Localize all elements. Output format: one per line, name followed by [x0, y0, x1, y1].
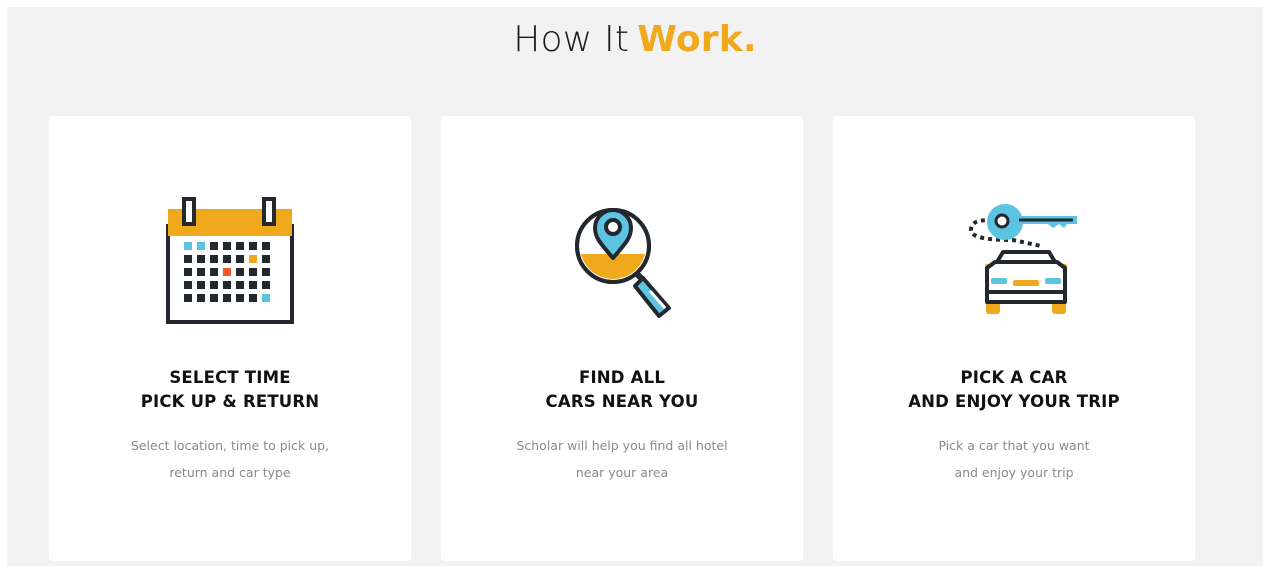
section-title-accent: Work. — [637, 19, 757, 60]
calendar-day-cell — [249, 281, 257, 289]
step-heading-line2: CARS NEAR YOU — [545, 392, 699, 411]
step-desc-line1: Scholar will help you find all hotel — [516, 438, 728, 453]
calendar-day-cell — [197, 268, 205, 276]
calendar-day-cell — [197, 294, 205, 302]
calendar-day-cell — [184, 255, 192, 263]
calendar-day-cell — [210, 242, 218, 250]
calendar-day-cell — [249, 242, 257, 250]
location-search-icon — [575, 208, 671, 318]
calendar-day-cell — [262, 281, 270, 289]
calendar-day-cell — [249, 268, 257, 276]
calendar-day-cell — [236, 255, 244, 263]
step-desc-line2: return and car type — [169, 465, 291, 480]
calendar-day-cell — [236, 281, 244, 289]
car-key-icon — [968, 204, 1077, 314]
calendar-day-cell — [262, 242, 270, 250]
calendar-day-cell — [223, 255, 231, 263]
calendar-day-cell — [223, 268, 231, 276]
section-title: How It Work. — [7, 19, 1263, 60]
calendar-day-cell — [197, 281, 205, 289]
calendar-day-cell — [223, 242, 231, 250]
calendar-day-cell — [210, 281, 218, 289]
calendar-day-cell — [223, 294, 231, 302]
step-heading: FIND ALL CARS NEAR YOU — [441, 366, 803, 414]
step-heading-line1: FIND ALL — [578, 368, 666, 387]
calendar-day-cell — [262, 294, 270, 302]
step-description: Pick a car that you want and enjoy your … — [833, 432, 1195, 486]
calendar-day-cell — [197, 255, 205, 263]
calendar-day-cell — [184, 242, 192, 250]
calendar-day-cell — [236, 294, 244, 302]
step-heading-line2: PICK UP & RETURN — [140, 392, 320, 411]
step-desc-line2: and enjoy your trip — [954, 465, 1074, 480]
calendar-day-cell — [249, 294, 257, 302]
calendar-day-cell — [262, 255, 270, 263]
calendar-day-cell — [262, 268, 270, 276]
step-description: Select location, time to pick up, return… — [49, 432, 411, 486]
calendar-day-cell — [184, 294, 192, 302]
step-card-find-cars: FIND ALL CARS NEAR YOU Scholar will help… — [441, 116, 803, 561]
step-card-pick-car: PICK A CAR AND ENJOY YOUR TRIP Pick a ca… — [833, 116, 1195, 561]
calendar-day-cell — [210, 268, 218, 276]
step-desc-line1: Pick a car that you want — [938, 438, 1090, 453]
calendar-day-cell — [184, 281, 192, 289]
calendar-day-cell — [210, 255, 218, 263]
step-desc-line2: near your area — [575, 465, 669, 480]
calendar-day-cell — [236, 268, 244, 276]
step-description: Scholar will help you find all hotel nea… — [441, 432, 803, 486]
step-heading: PICK A CAR AND ENJOY YOUR TRIP — [833, 366, 1195, 414]
calendar-day-cell — [223, 281, 231, 289]
step-heading-line1: PICK A CAR — [960, 368, 1068, 387]
step-heading-line2: AND ENJOY YOUR TRIP — [908, 392, 1120, 411]
calendar-icon — [166, 197, 294, 324]
section-title-main: How It — [513, 19, 630, 60]
step-heading-line1: SELECT TIME — [169, 368, 291, 387]
calendar-day-cell — [210, 294, 218, 302]
calendar-day-cell — [197, 242, 205, 250]
how-it-works-section: How It Work. SELECT TIME PICK UP & RETURN… — [7, 7, 1263, 566]
calendar-day-cell — [236, 242, 244, 250]
step-card-select-time: SELECT TIME PICK UP & RETURN Select loca… — [49, 116, 411, 561]
calendar-day-cell — [249, 255, 257, 263]
step-heading: SELECT TIME PICK UP & RETURN — [49, 366, 411, 414]
calendar-day-cell — [184, 268, 192, 276]
step-desc-line1: Select location, time to pick up, — [130, 438, 330, 453]
